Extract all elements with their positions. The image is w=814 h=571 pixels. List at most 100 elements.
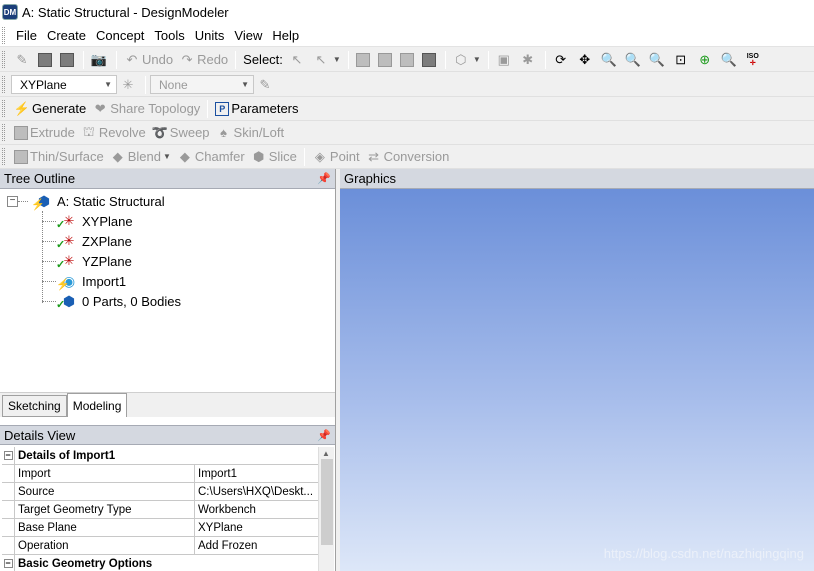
menu-bar: File Create Concept Tools Units View Hel…: [0, 24, 814, 47]
collapse-toggle[interactable]: −: [2, 447, 15, 464]
select-pointer-icon: ↖: [291, 51, 303, 67]
details-row[interactable]: Target Geometry Type Workbench: [2, 501, 318, 519]
select-filter-button[interactable]: ↖ ▼: [310, 50, 344, 70]
scrollbar-thumb[interactable]: [321, 459, 333, 545]
parameters-button[interactable]: P Parameters: [212, 99, 301, 119]
menu-tools[interactable]: Tools: [149, 28, 189, 43]
property-value[interactable]: Workbench: [195, 501, 318, 518]
new-plane-icon: ✳: [122, 76, 134, 92]
property-value[interactable]: XYPlane: [195, 519, 318, 536]
tree-item-parts-bodies[interactable]: ⬢ ✓ 0 Parts, 0 Bodies: [56, 291, 181, 312]
details-scrollbar[interactable]: ▲: [318, 447, 334, 571]
select-edges-button[interactable]: [375, 50, 397, 70]
menu-units[interactable]: Units: [190, 28, 230, 43]
camera-icon: 📷: [90, 51, 108, 67]
details-row[interactable]: Source C:\Users\HXQ\Deskt...: [2, 483, 318, 501]
pin-icon[interactable]: 📌: [317, 429, 331, 442]
new-button[interactable]: ✎: [11, 50, 35, 70]
extrude-label: Extrude: [30, 125, 75, 140]
tree-outline-header: Tree Outline 📌: [0, 169, 335, 189]
menu-file[interactable]: File: [11, 28, 42, 43]
conversion-icon: ⇄: [368, 148, 380, 164]
toolbar-separator: [207, 99, 209, 118]
sketch-select[interactable]: None ▼: [150, 75, 254, 94]
new-plane-button[interactable]: ✳: [117, 75, 141, 95]
selection-filter-button[interactable]: ✱: [517, 50, 541, 70]
box-zoom-button[interactable]: 🔍: [622, 50, 646, 70]
new-sketch-button[interactable]: ✎: [254, 75, 278, 95]
tree-item-xyplane[interactable]: ✳ ✓ XYPlane: [56, 211, 133, 231]
redo-label: Redo: [197, 52, 229, 67]
tree-connector: [42, 281, 56, 282]
zoom-extents-button[interactable]: ⊡: [670, 50, 694, 70]
share-topology-button[interactable]: ❤ Share Topology: [89, 99, 203, 119]
bodies-icon: ⬢ ✓: [56, 292, 76, 312]
pin-icon[interactable]: 📌: [317, 172, 331, 185]
box-select-button[interactable]: ▣: [493, 50, 517, 70]
blend-button[interactable]: ◆ Blend ▼: [107, 147, 174, 167]
chevron-down-icon: ▼: [162, 152, 171, 161]
collapse-toggle[interactable]: −: [2, 555, 15, 571]
details-section-row[interactable]: − Basic Geometry Options: [2, 555, 318, 571]
tab-sketching[interactable]: Sketching: [2, 395, 67, 417]
export-button[interactable]: [57, 50, 79, 70]
conversion-button[interactable]: ⇄ Conversion: [363, 147, 453, 167]
details-row[interactable]: Import Import1: [2, 465, 318, 483]
thin-surface-button[interactable]: Thin/Surface: [11, 147, 107, 167]
zoom-button[interactable]: 🔍: [598, 50, 622, 70]
toolbar-grip: [2, 76, 5, 93]
tab-modeling[interactable]: Modeling: [66, 393, 128, 417]
menu-help[interactable]: Help: [267, 28, 304, 43]
menu-view[interactable]: View: [229, 28, 267, 43]
revolve-button[interactable]: ⛫ Revolve: [78, 123, 149, 143]
thin-surface-label: Thin/Surface: [30, 149, 104, 164]
tree-item-zxplane[interactable]: ✳ ✓ ZXPlane: [56, 231, 132, 251]
save-icon: [38, 52, 52, 67]
select-label: Select:: [243, 52, 283, 67]
magnifier-button[interactable]: 🔍: [718, 50, 742, 70]
select-faces-button[interactable]: [397, 50, 419, 70]
undo-button[interactable]: ↶ Undo: [121, 50, 176, 70]
generate-button[interactable]: ⚡ Generate: [11, 99, 89, 119]
details-table: − Details of Import1 Import Import1 Sour…: [2, 447, 318, 571]
save-button[interactable]: [35, 50, 57, 70]
zoom-fit-button[interactable]: 🔍: [646, 50, 670, 70]
chamfer-button[interactable]: ◆ Chamfer: [174, 147, 248, 167]
redo-icon: ↷: [181, 51, 193, 67]
sweep-button[interactable]: ➰ Sweep: [149, 123, 213, 143]
property-value[interactable]: C:\Users\HXQ\Deskt...: [195, 483, 318, 500]
iso-view-button[interactable]: ISO ✛: [742, 50, 766, 70]
menu-create[interactable]: Create: [42, 28, 91, 43]
tree-outline-title: Tree Outline: [4, 171, 76, 186]
select-bodies-button[interactable]: [419, 50, 441, 70]
rotate-button[interactable]: ⟳: [550, 50, 574, 70]
select-mode-button[interactable]: ↖: [286, 50, 310, 70]
extend-selection-button[interactable]: ⬡ ▼: [450, 50, 484, 70]
menu-concept[interactable]: Concept: [91, 28, 149, 43]
collapse-toggle[interactable]: −: [7, 195, 18, 207]
tree-item-yzplane[interactable]: ✳ ✓ YZPlane: [56, 251, 132, 271]
select-points-button[interactable]: [353, 50, 375, 70]
tree-connector: [42, 211, 43, 303]
skin-loft-button[interactable]: ♠ Skin/Loft: [213, 123, 288, 143]
pan-button[interactable]: ✥: [574, 50, 598, 70]
screenshot-button[interactable]: 📷: [88, 50, 112, 70]
property-value[interactable]: Add Frozen: [195, 537, 318, 554]
redo-button[interactable]: ↷ Redo: [176, 50, 231, 70]
extrude-button[interactable]: Extrude: [11, 123, 78, 143]
graphics-viewport[interactable]: https://blog.csdn.net/nazhiqingqing: [340, 189, 814, 571]
tree-item-import1[interactable]: ◉ ⚡ Import1: [56, 271, 126, 292]
point-button[interactable]: ◈ Point: [309, 147, 363, 167]
tree-item-root[interactable]: − ⬢ ⚡ A: Static Structural: [7, 191, 165, 211]
plane-axes-icon: ✳ ✓: [56, 233, 75, 251]
property-value[interactable]: Import1: [195, 465, 318, 482]
graphics-panel: Graphics https://blog.csdn.net/nazhiqing…: [340, 169, 814, 571]
details-row[interactable]: Base Plane XYPlane: [2, 519, 318, 537]
zoom-in-button[interactable]: ⊕: [694, 50, 718, 70]
plane-select[interactable]: XYPlane ▼: [11, 75, 117, 94]
details-row[interactable]: Operation Add Frozen: [2, 537, 318, 555]
scroll-up-icon[interactable]: ▲: [322, 449, 330, 458]
slice-button[interactable]: ⬢ Slice: [248, 147, 300, 167]
property-name: Operation: [15, 537, 195, 554]
details-section-row[interactable]: − Details of Import1: [2, 447, 318, 465]
